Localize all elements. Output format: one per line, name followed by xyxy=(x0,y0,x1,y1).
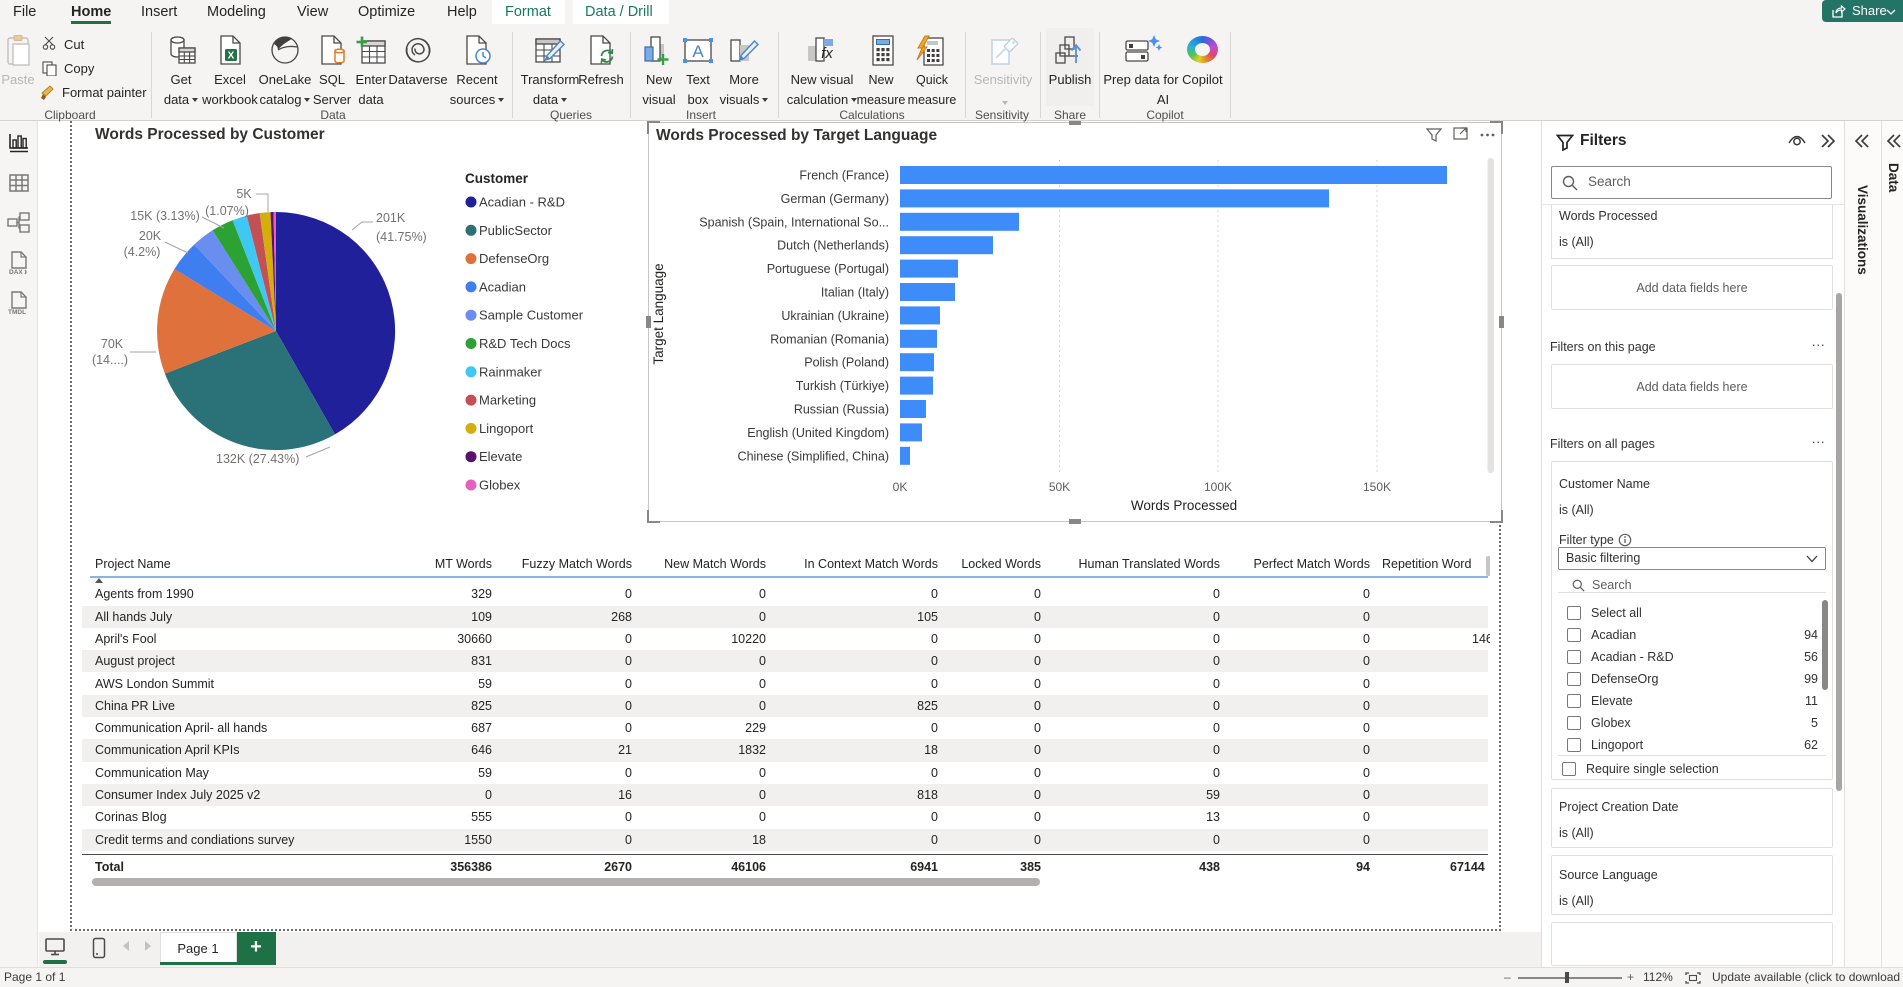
svg-text:Globex: Globex xyxy=(479,478,521,493)
svg-text:70K: 70K xyxy=(101,337,124,351)
svg-text:Marketing: Marketing xyxy=(479,393,536,408)
svg-text:(41.75%): (41.75%) xyxy=(376,230,427,244)
svg-text:Customer: Customer xyxy=(465,171,529,186)
svg-text:201K: 201K xyxy=(376,211,406,225)
svg-text:PublicSector: PublicSector xyxy=(479,223,553,238)
svg-text:Elevate: Elevate xyxy=(479,449,522,464)
svg-text:DefenseOrg: DefenseOrg xyxy=(479,251,549,266)
svg-text:R&D Tech Docs: R&D Tech Docs xyxy=(479,336,571,351)
svg-text:fx: fx xyxy=(821,45,833,62)
svg-text:Lingoport: Lingoport xyxy=(479,421,534,436)
svg-text:French (France): French (France) xyxy=(799,169,889,183)
svg-text:50K: 50K xyxy=(1049,480,1070,494)
svg-text:Words Processed: Words Processed xyxy=(1131,498,1237,513)
svg-text:0K: 0K xyxy=(893,480,908,494)
svg-text:Romanian (Romania): Romanian (Romania) xyxy=(770,332,889,346)
svg-text:German (Germany): German (Germany) xyxy=(781,192,889,206)
svg-text:Sample Customer: Sample Customer xyxy=(479,308,584,323)
svg-text:Spanish (Spain, International: Spanish (Spain, International So... xyxy=(699,215,889,229)
svg-text:Chinese (Simplified, China): Chinese (Simplified, China) xyxy=(738,449,889,463)
svg-text:Acadian - R&D: Acadian - R&D xyxy=(479,195,565,210)
svg-text:Dutch (Netherlands): Dutch (Netherlands) xyxy=(777,239,889,253)
svg-text:X: X xyxy=(228,51,235,62)
svg-text:Polish (Poland): Polish (Poland) xyxy=(804,356,889,370)
svg-text:(4.2%): (4.2%) xyxy=(124,245,161,259)
svg-text:Words Processed by Target Lang: Words Processed by Target Language xyxy=(656,127,937,144)
svg-text:Russian (Russia): Russian (Russia) xyxy=(794,403,889,417)
svg-text:150K: 150K xyxy=(1363,480,1391,494)
svg-text:5K: 5K xyxy=(236,187,252,201)
svg-text:Words Processed by Customer: Words Processed by Customer xyxy=(95,126,325,143)
svg-text:15K (3.13%): 15K (3.13%) xyxy=(130,209,199,223)
svg-text:20K: 20K xyxy=(139,229,162,243)
svg-text:Target Language: Target Language xyxy=(651,263,666,364)
svg-text:Rainmaker: Rainmaker xyxy=(479,364,543,379)
svg-text:100K: 100K xyxy=(1204,480,1232,494)
svg-text:Turkish (Türkiye): Turkish (Türkiye) xyxy=(796,379,889,393)
svg-text:Ukrainian (Ukraine): Ukrainian (Ukraine) xyxy=(781,309,889,323)
svg-text:Portuguese (Portugal): Portuguese (Portugal) xyxy=(767,262,889,276)
svg-text:Acadian: Acadian xyxy=(479,279,526,294)
svg-text:(14....): (14....) xyxy=(92,353,128,367)
svg-text:132K (27.43%): 132K (27.43%) xyxy=(216,452,299,466)
svg-text:Italian (Italy): Italian (Italy) xyxy=(821,286,889,300)
svg-text:DAX: DAX xyxy=(9,269,23,275)
svg-text:A: A xyxy=(692,42,704,61)
svg-text:English (United Kingdom): English (United Kingdom) xyxy=(747,426,889,440)
svg-text:TMDL: TMDL xyxy=(8,309,26,315)
svg-text:(1.07%): (1.07%) xyxy=(205,204,249,218)
